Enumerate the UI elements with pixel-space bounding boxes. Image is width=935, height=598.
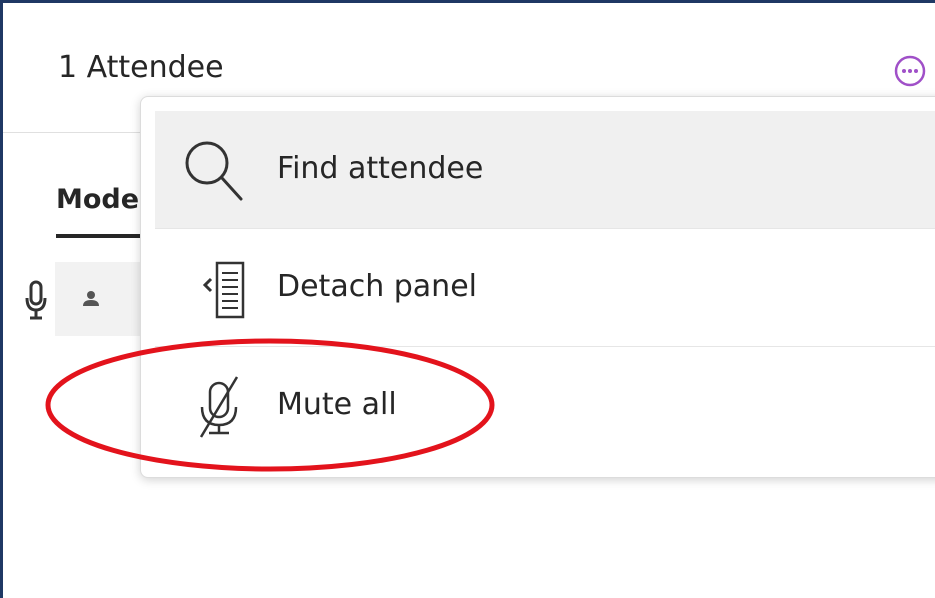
search-icon	[185, 141, 243, 201]
microphone-icon[interactable]	[23, 278, 49, 322]
tab-moderators[interactable]: Mode	[56, 182, 139, 218]
menu-item-label: Find attendee	[277, 151, 484, 186]
detach-panel-icon	[202, 261, 245, 319]
menu-item-label: Detach panel	[277, 269, 477, 304]
highlight-circle	[45, 338, 495, 472]
avatar-icon	[83, 291, 99, 306]
more-options-icon[interactable]	[893, 54, 927, 88]
menu-item-find-attendee[interactable]: Find attendee	[155, 111, 935, 228]
attendee-count-title: 1 Attendee	[58, 50, 224, 85]
menu-item-detach-panel[interactable]: Detach panel	[155, 229, 935, 346]
